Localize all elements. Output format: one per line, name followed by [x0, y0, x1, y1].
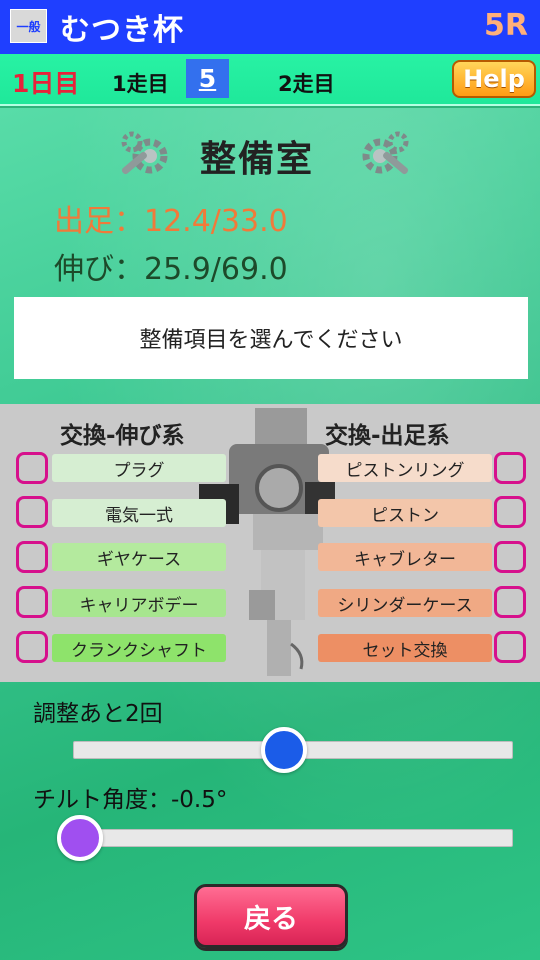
- tilt-slider-track[interactable]: [78, 829, 513, 847]
- help-button[interactable]: Help: [452, 60, 536, 98]
- checkbox-cylinder-case[interactable]: [494, 586, 526, 618]
- stretch-parts-heading: 交換-伸び系: [60, 423, 185, 449]
- part-plug[interactable]: プラグ: [52, 454, 226, 482]
- top-bar: 一般 むつき杯 5R: [0, 0, 540, 54]
- start-parts-heading: 交換-出足系: [325, 423, 450, 449]
- part-piston[interactable]: ピストン: [318, 499, 492, 527]
- part-electrical[interactable]: 電気一式: [52, 499, 226, 527]
- start-stat: 出足：12.4/33.0: [54, 204, 288, 239]
- tilt-angle-label: チルト角度：-0.5°: [33, 787, 228, 813]
- part-set-exchange[interactable]: セット交換: [318, 634, 492, 662]
- tilt-slider-knob[interactable]: [57, 815, 103, 861]
- checkbox-plug[interactable]: [16, 452, 48, 484]
- instruction-message: 整備項目を選んでください: [14, 297, 528, 379]
- grade-badge: 一般: [10, 9, 47, 43]
- checkbox-piston[interactable]: [494, 496, 526, 528]
- checkbox-gear-case[interactable]: [16, 541, 48, 573]
- checkbox-piston-ring[interactable]: [494, 452, 526, 484]
- checkbox-carrier-body[interactable]: [16, 586, 48, 618]
- parts-panel: 交換-伸び系 交換-出足系 プラグ 電気一式 ギヤケース キャリアボデー クラン…: [0, 404, 540, 682]
- part-crankshaft[interactable]: クランクシャフト: [52, 634, 226, 662]
- checkbox-carburetor[interactable]: [494, 541, 526, 573]
- wrench-gear-icon: [121, 131, 168, 175]
- part-gear-case[interactable]: ギヤケース: [52, 543, 226, 571]
- checkbox-crankshaft[interactable]: [16, 631, 48, 663]
- part-carrier-body[interactable]: キャリアボデー: [52, 589, 226, 617]
- part-piston-ring[interactable]: ピストンリング: [318, 454, 492, 482]
- part-cylinder-case[interactable]: シリンダーケース: [318, 589, 492, 617]
- page-title: 整備室: [200, 139, 315, 180]
- wrench-gear-icon: [362, 131, 409, 175]
- run2-label[interactable]: 2走目: [278, 68, 335, 98]
- day-label: 1日目: [12, 69, 80, 98]
- adjust-remaining-label: 調整あと2回: [33, 701, 163, 727]
- adjust-slider-knob[interactable]: [261, 727, 308, 773]
- back-button[interactable]: 戻る: [194, 884, 348, 948]
- stretch-stat: 伸び：25.9/69.0: [54, 252, 288, 287]
- day-bar: 1日目 1走目 5 2走目 Help: [0, 54, 540, 106]
- run1-value[interactable]: 5: [186, 59, 229, 98]
- checkbox-electrical[interactable]: [16, 496, 48, 528]
- part-carburetor[interactable]: キャブレター: [318, 543, 492, 571]
- run1-label: 1走目: [112, 72, 169, 96]
- race-number: 5R: [484, 8, 528, 43]
- race-title: むつき杯: [60, 13, 184, 48]
- checkbox-set-exchange[interactable]: [494, 631, 526, 663]
